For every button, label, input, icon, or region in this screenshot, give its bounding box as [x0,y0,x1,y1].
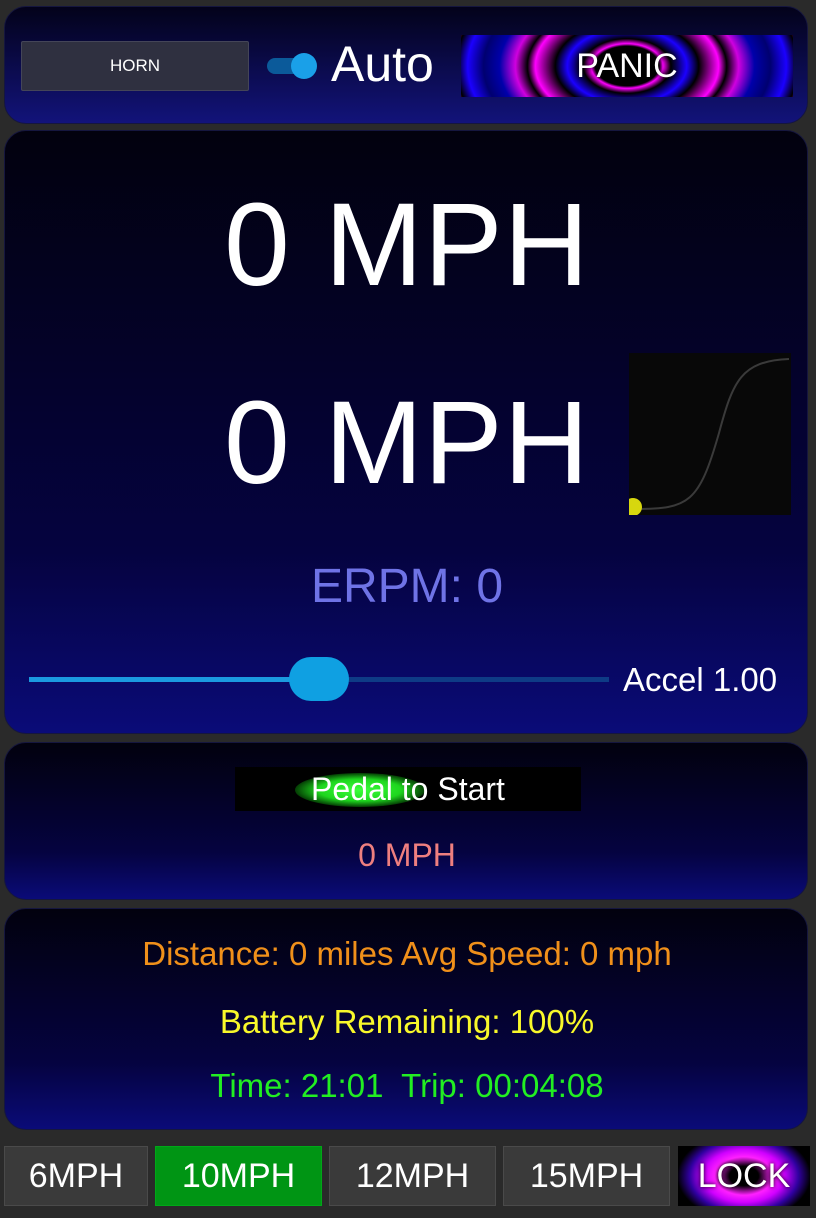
pedal-speed-readout: 0 MPH [358,837,456,873]
auto-toggle[interactable] [267,53,319,79]
limit-15mph-button[interactable]: 15MPH [503,1146,670,1206]
distance-avg-speed: Distance: 0 miles Avg Speed: 0 mph [142,935,672,972]
erpm-readout: ERPM: 0 [310,560,504,613]
battery-remaining: Battery Remaining: 100% [219,1003,595,1040]
accel-slider-fill [29,677,319,682]
pedal-to-start-label: Pedal to Start [311,770,505,807]
pedal-panel: Pedal to Start 0 MPH [4,742,808,900]
pedal-to-start-button[interactable]: Pedal to Start [235,767,581,811]
limit-10mph-button[interactable]: 10MPH [155,1146,322,1206]
accel-label: Accel 1.00 [623,661,778,698]
auto-toggle-knob [291,53,317,79]
lock-button[interactable]: LOCK [678,1146,810,1206]
horn-button[interactable]: HORN [21,41,249,91]
throttle-curve-icon [624,358,790,516]
limit-6mph-button[interactable]: 6MPH [4,1146,148,1206]
speed-panel: 0 MPH 0 MPH ERPM: 0 Accel 1.00 [4,130,808,734]
throttle-curve-graph [624,353,791,516]
accel-slider-thumb[interactable] [289,657,349,701]
time-trip: Time: 21:01 Trip: 00:04:08 [210,1067,604,1104]
top-bar: HORN Auto PANIC [4,6,808,124]
panic-button[interactable]: PANIC [461,35,793,97]
auto-label: Auto [331,36,434,92]
speed-readout-primary: 0 MPH [224,179,590,311]
trip-stats-panel: Distance: 0 miles Avg Speed: 0 mph Batte… [4,908,808,1130]
accel-slider-track [319,677,609,682]
limit-12mph-button[interactable]: 12MPH [329,1146,496,1206]
accel-slider[interactable] [29,657,609,701]
